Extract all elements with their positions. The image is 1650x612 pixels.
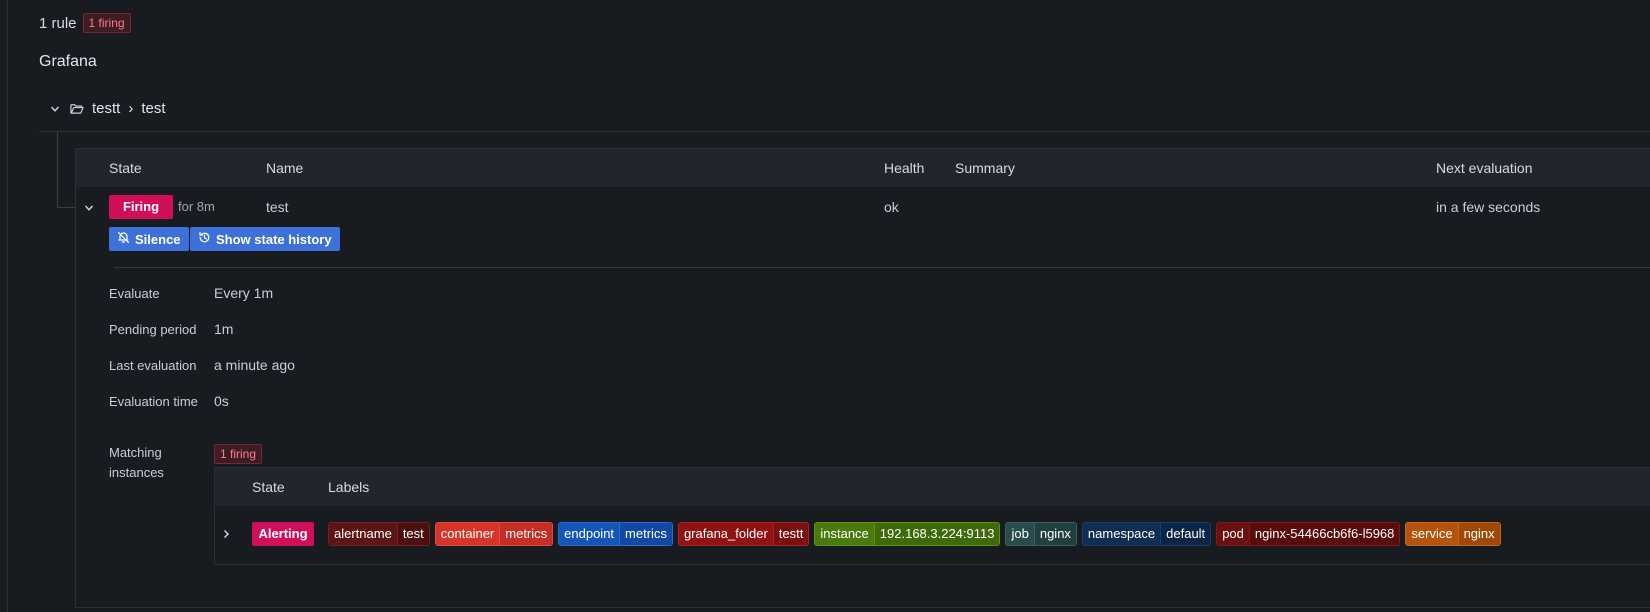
header-next-evaluation: Next evaluation [1436, 160, 1533, 176]
state-firing-badge: Firing [109, 195, 173, 219]
rules-summary: 1 rule 1 firing [39, 13, 131, 33]
matching-instances-label: Matching instances [109, 445, 164, 480]
instances-table: State Labels Alerting alertname test conta… [214, 467, 1650, 565]
row-collapse-chevron-icon[interactable] [84, 200, 94, 216]
silence-button[interactable]: Silence [109, 227, 189, 251]
group-name: test [141, 100, 166, 117]
label-key: container [435, 523, 500, 545]
label-key: instance [815, 523, 874, 545]
instances-table-header: State Labels [215, 468, 1650, 506]
bell-slash-icon [117, 231, 130, 247]
firing-count-badge: 1 firing [82, 13, 131, 33]
label-key: service [1406, 523, 1458, 545]
label-alertname: alertname test [328, 522, 430, 546]
folder-open-icon [70, 102, 84, 116]
label-value: testt [772, 523, 809, 545]
label-key: namespace [1082, 523, 1161, 545]
history-icon [198, 231, 211, 247]
collapse-chevron-icon[interactable] [48, 102, 62, 116]
silence-label: Silence [135, 231, 181, 247]
label-job: job nginx [1005, 522, 1077, 546]
evaluate-label: Evaluate [109, 286, 160, 301]
rule-next-evaluation: in a few seconds [1436, 199, 1541, 215]
label-value: nginx-54466cb6f6-l5968 [1248, 523, 1400, 545]
pending-period-value: 1m [214, 321, 234, 337]
evaluate-value: Every 1m [214, 285, 274, 301]
last-evaluation-value: a minute ago [214, 357, 295, 373]
instances-header-labels: Labels [328, 479, 370, 495]
label-pod: pod nginx-54466cb6f6-l5968 [1216, 522, 1401, 546]
rule-count: 1 rule [39, 14, 77, 32]
label-grafana_folder: grafana_folder testt [677, 522, 810, 546]
evaluation-time-value: 0s [214, 393, 229, 409]
tree-line-branch [57, 207, 75, 208]
rule-health: ok [884, 199, 899, 215]
label-value: metrics [499, 523, 553, 545]
label-value: default [1160, 523, 1211, 545]
rules-table: State Name Health Summary Next evaluatio… [75, 148, 1650, 608]
label-container: container metrics [434, 522, 554, 546]
label-key: grafana_folder [678, 523, 773, 545]
instance-labels: alertname test container metrics endpoint met… [328, 522, 1501, 546]
label-key: endpoint [559, 523, 620, 545]
namespace-title: Grafana [39, 53, 97, 70]
folder-name[interactable]: testt [92, 100, 120, 117]
instance-state-alerting-badge: Alerting [252, 522, 314, 546]
label-value: metrics [619, 523, 672, 545]
tree-line [57, 132, 58, 208]
label-endpoint: endpoint metrics [558, 522, 673, 546]
evaluation-time-label: Evaluation time [109, 394, 198, 409]
page-left-border [7, 0, 8, 612]
instance-expand-chevron-icon[interactable] [221, 526, 231, 542]
rules-table-header: State Name Health Summary Next evaluatio… [76, 149, 1650, 187]
last-evaluation-label: Last evaluation [109, 358, 197, 373]
details-divider [114, 267, 1650, 268]
show-state-history-label: Show state history [216, 231, 332, 247]
label-namespace: namespace default [1081, 522, 1212, 546]
label-value: nginx [1457, 523, 1500, 545]
pending-period-label: Pending period [109, 322, 197, 337]
rule-group-header[interactable]: testt › test [48, 100, 166, 117]
label-value: 192.168.3.224:9113 [873, 523, 1000, 545]
instances-header-state: State [252, 479, 285, 495]
header-name: Name [266, 160, 304, 176]
matching-firing-badge: 1 firing [214, 444, 263, 464]
header-state: State [109, 160, 142, 176]
header-summary: Summary [955, 160, 1015, 176]
state-duration: for 8m [178, 199, 215, 214]
label-key: job [1006, 523, 1034, 545]
label-value: test [396, 523, 429, 545]
label-value: nginx [1033, 523, 1076, 545]
label-instance: instance 192.168.3.224:9113 [814, 522, 1001, 546]
header-health: Health [884, 160, 925, 176]
label-service: service nginx [1405, 522, 1501, 546]
label-key: pod [1217, 523, 1249, 545]
rule-name: test [266, 199, 289, 215]
group-divider [39, 131, 1650, 132]
label-key: alertname [329, 523, 397, 545]
show-state-history-button[interactable]: Show state history [190, 227, 340, 251]
breadcrumb-separator: › [128, 100, 134, 117]
